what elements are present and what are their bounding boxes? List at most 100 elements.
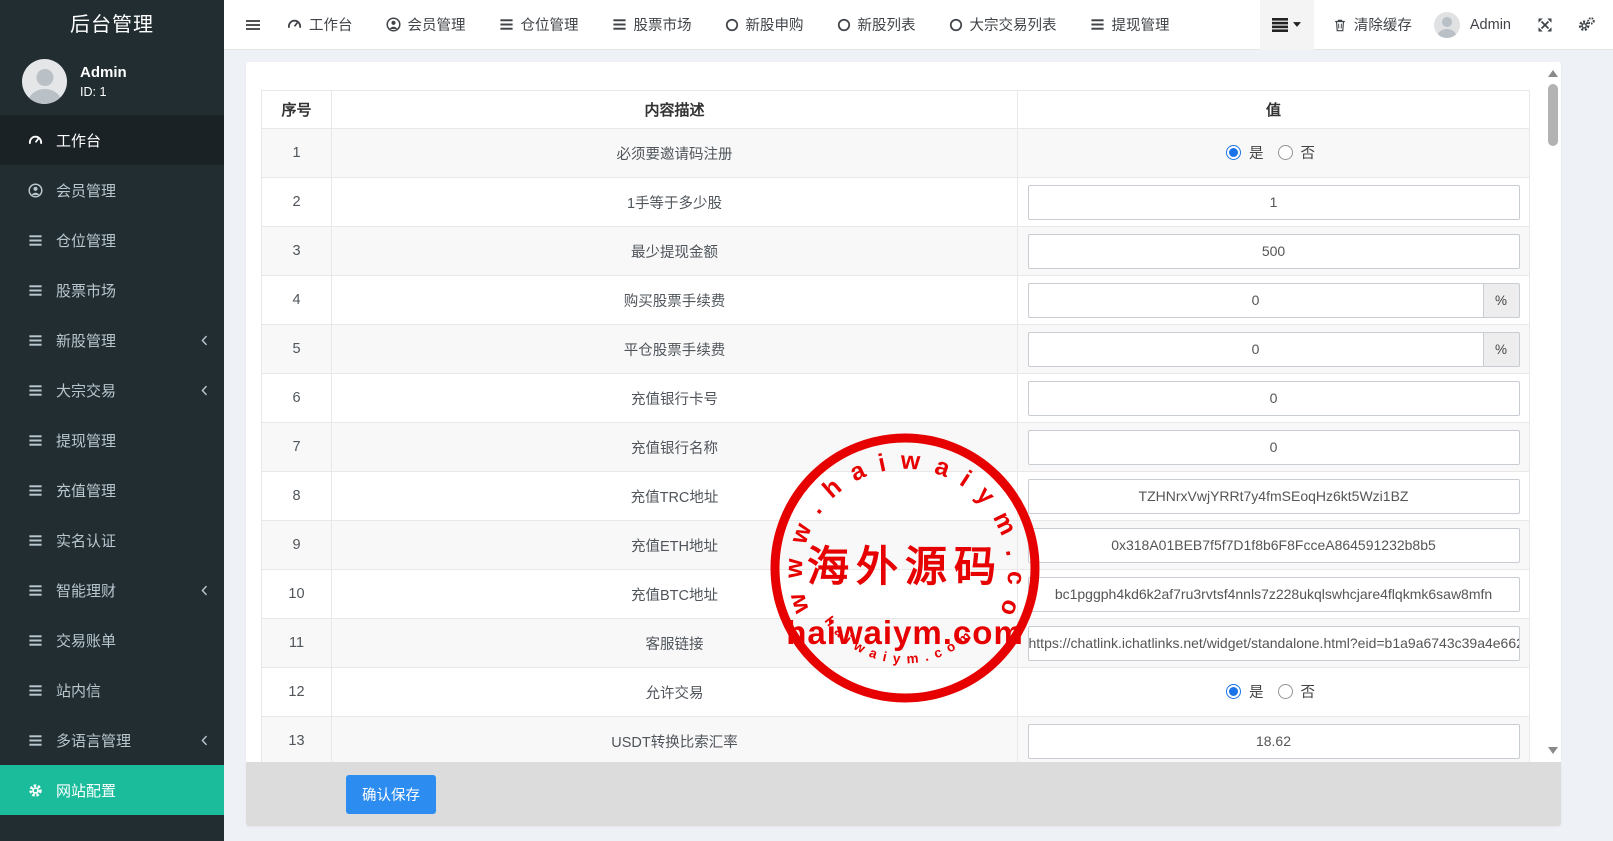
row-description: 充值BTC地址 (332, 570, 1018, 619)
list-icon (24, 683, 46, 698)
config-value-input[interactable] (1028, 381, 1520, 416)
radio-no[interactable] (1278, 684, 1293, 699)
navbar-user-menu[interactable]: Admin (1434, 12, 1511, 38)
sidebar-item-trade-bills[interactable]: 交易账单 (0, 615, 224, 665)
sidebar-item-label: 网站配置 (56, 780, 116, 801)
radio-yes[interactable] (1226, 145, 1241, 160)
sidebar-item-label: 多语言管理 (56, 730, 131, 751)
fullscreen-icon[interactable] (1537, 17, 1553, 33)
row-description: 客服链接 (332, 619, 1018, 668)
list-icon (499, 17, 514, 32)
radio-no[interactable] (1278, 145, 1293, 160)
user-id: ID: 1 (80, 85, 127, 99)
config-value-input[interactable] (1028, 626, 1520, 661)
sidebar-item-label: 站内信 (56, 680, 101, 701)
radio-yes[interactable] (1226, 684, 1241, 699)
value-input-group (1028, 724, 1520, 759)
sidebar-item-label: 实名认证 (56, 530, 116, 551)
row-value-cell (1018, 717, 1530, 763)
table-row: 3最少提现金额 (262, 227, 1530, 276)
nav-item-positions[interactable]: 仓位管理 (499, 14, 579, 35)
nav-item-ipo-list[interactable]: 新股列表 (837, 14, 916, 35)
config-value-input[interactable] (1028, 332, 1484, 367)
menu-dropdown-button[interactable] (1260, 0, 1314, 50)
list-icon (24, 233, 46, 248)
nav-item-ipo-subscribe[interactable]: 新股申购 (725, 14, 804, 35)
sidebar-item-kyc[interactable]: 实名认证 (0, 515, 224, 565)
sidebar-item-stock-market[interactable]: 股票市场 (0, 265, 224, 315)
percent-addon: % (1484, 283, 1520, 318)
nav-item-label: 股票市场 (634, 14, 692, 35)
list-icon (24, 733, 46, 748)
navbar-username: Admin (1470, 17, 1511, 33)
nav-item-stock-market[interactable]: 股票市场 (612, 14, 692, 35)
table-row: 12允许交易是否 (262, 668, 1530, 717)
config-value-input[interactable] (1028, 430, 1520, 465)
chevron-left-icon (201, 735, 208, 746)
sidebar-item-block-trade[interactable]: 大宗交易 (0, 365, 224, 415)
sidebar-item-label: 提现管理 (56, 430, 116, 451)
table-row: 21手等于多少股 (262, 178, 1530, 227)
table-row: 7充值银行名称 (262, 423, 1530, 472)
row-value-cell (1018, 472, 1530, 521)
scrollbar-thumb[interactable] (1548, 84, 1558, 146)
sidebar-item-positions[interactable]: 仓位管理 (0, 215, 224, 265)
row-value-cell (1018, 374, 1530, 423)
row-number: 3 (262, 227, 332, 276)
row-description: 充值银行名称 (332, 423, 1018, 472)
nav-item-label: 提现管理 (1112, 14, 1170, 35)
sidebar-item-label: 充值管理 (56, 480, 116, 501)
nav-item-block-trade-list[interactable]: 大宗交易列表 (949, 14, 1057, 35)
row-value-cell (1018, 521, 1530, 570)
card-footer: 确认保存 (246, 762, 1561, 826)
config-value-input[interactable] (1028, 577, 1520, 612)
sidebar-item-site-mail[interactable]: 站内信 (0, 665, 224, 715)
nav-item-members[interactable]: 会员管理 (386, 14, 466, 35)
sidebar-item-withdraw[interactable]: 提现管理 (0, 415, 224, 465)
list-icon (24, 433, 46, 448)
row-description: 充值银行卡号 (332, 374, 1018, 423)
row-value-cell (1018, 619, 1530, 668)
sidebar-item-label: 智能理财 (56, 580, 116, 601)
sidebar-item-label: 会员管理 (56, 180, 116, 201)
list-icon (24, 333, 46, 348)
scroll-down-arrow[interactable] (1548, 747, 1558, 754)
scroll-up-arrow[interactable] (1548, 70, 1558, 77)
config-value-input[interactable] (1028, 479, 1520, 514)
nav-item-withdraw-manage[interactable]: 提现管理 (1090, 14, 1170, 35)
sidebar-item-workbench[interactable]: 工作台 (0, 115, 224, 165)
config-value-input[interactable] (1028, 528, 1520, 563)
row-description: 允许交易 (332, 668, 1018, 717)
radio-no-label: 否 (1301, 681, 1316, 702)
nav-item-label: 会员管理 (408, 14, 466, 35)
sidebar-item-recharge[interactable]: 充值管理 (0, 465, 224, 515)
row-number: 1 (262, 129, 332, 178)
sidebar-item-site-config[interactable]: 网站配置 (0, 765, 224, 815)
config-value-input[interactable] (1028, 234, 1520, 269)
menu-icon (1272, 18, 1288, 32)
sidebar: 后台管理 Admin ID: 1 工作台会员管理仓位管理股票市场新股管理大宗交易… (0, 0, 224, 841)
row-number: 10 (262, 570, 332, 619)
settings-gears-icon[interactable] (1578, 17, 1595, 32)
row-number: 6 (262, 374, 332, 423)
sidebar-item-languages[interactable]: 多语言管理 (0, 715, 224, 765)
clear-cache-button[interactable]: 清除缓存 (1333, 14, 1412, 35)
value-input-group (1028, 626, 1520, 661)
config-value-input[interactable] (1028, 283, 1484, 318)
save-button[interactable]: 确认保存 (346, 775, 436, 814)
sidebar-toggle-icon[interactable] (245, 17, 261, 33)
navbar-right: 清除缓存 Admin (1260, 0, 1613, 50)
nav-item-workbench[interactable]: 工作台 (287, 14, 353, 35)
table-header-row: 序号内容描述值 (262, 91, 1530, 129)
sidebar-item-members[interactable]: 会员管理 (0, 165, 224, 215)
value-input-group (1028, 234, 1520, 269)
config-value-input[interactable] (1028, 724, 1520, 759)
table-row: 9充值ETH地址 (262, 521, 1530, 570)
chevron-down-icon (1293, 22, 1301, 27)
sidebar-item-smart-invest[interactable]: 智能理财 (0, 565, 224, 615)
table-row: 1必须要邀请码注册是否 (262, 129, 1530, 178)
config-value-input[interactable] (1028, 185, 1520, 220)
card-scrollbar[interactable] (1546, 66, 1560, 758)
circle-icon (837, 18, 851, 32)
sidebar-item-ipo-manage[interactable]: 新股管理 (0, 315, 224, 365)
